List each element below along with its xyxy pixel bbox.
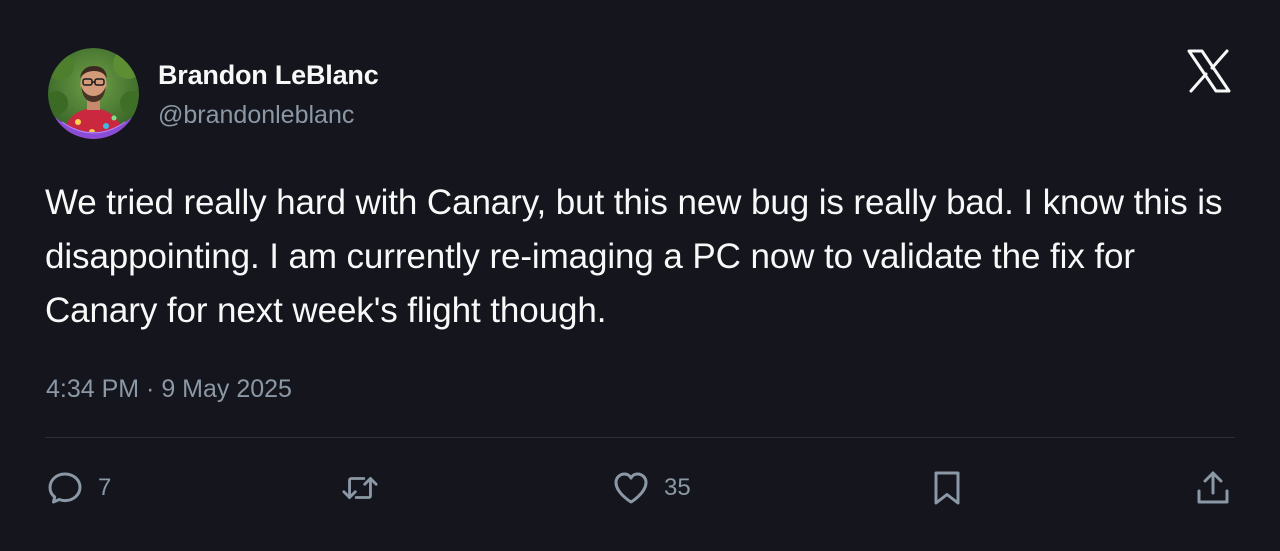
heart-icon <box>614 472 648 504</box>
reply-icon <box>48 472 82 504</box>
reply-count: 7 <box>98 474 112 501</box>
avatar[interactable] <box>48 48 139 139</box>
author-display-name[interactable]: Brandon LeBlanc <box>158 58 379 92</box>
tweet-timestamp[interactable]: 4:34 PM · 9 May 2025 <box>46 372 292 406</box>
author-info: Brandon LeBlanc @brandonleblanc <box>158 58 379 132</box>
divider <box>45 437 1235 438</box>
share-button[interactable] <box>1194 468 1232 508</box>
author-handle[interactable]: @brandonleblanc <box>158 98 379 132</box>
like-button[interactable]: 35 <box>612 468 691 508</box>
tweet-text: We tried really hard with Canary, but th… <box>45 183 1223 330</box>
retweet-button[interactable] <box>341 468 393 508</box>
avatar-photo <box>48 48 139 139</box>
like-count: 35 <box>664 474 691 501</box>
bookmark-icon <box>934 471 960 505</box>
reply-button[interactable]: 7 <box>46 468 111 508</box>
x-logo-icon[interactable] <box>1186 48 1232 94</box>
bookmark-button[interactable] <box>928 468 966 508</box>
retweet-icon <box>342 477 378 499</box>
share-icon <box>1197 471 1229 504</box>
